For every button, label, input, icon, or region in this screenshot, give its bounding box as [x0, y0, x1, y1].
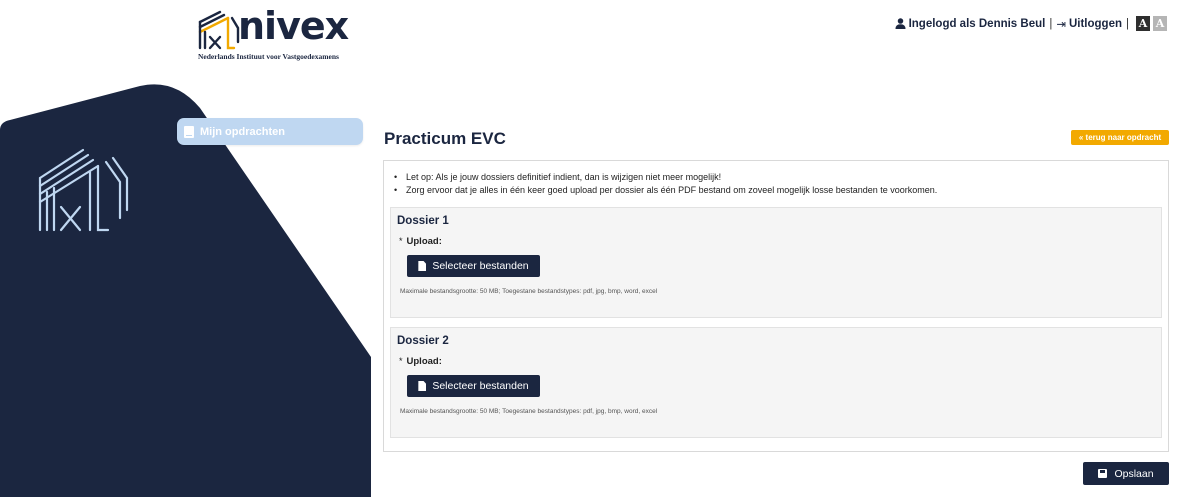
upload-label: * Upload:	[399, 356, 442, 367]
select-files-label: Selecteer bestanden	[432, 260, 529, 272]
upload-label: * Upload:	[399, 236, 442, 247]
upload-help-text: Maximale bestandsgrootte: 50 MB; Toegest…	[400, 408, 658, 415]
dossier-card: Dossier 2 * Upload: Selecteer bestanden M…	[390, 327, 1162, 438]
book-icon	[184, 125, 194, 138]
user-icon	[895, 18, 906, 29]
save-button[interactable]: Opslaan	[1083, 462, 1169, 485]
separator: |	[1126, 17, 1129, 30]
select-files-label: Selecteer bestanden	[432, 380, 529, 392]
logout-link[interactable]: ⇥ Uitloggen	[1056, 17, 1122, 31]
nivex-logo[interactable]: nivex Nederlands Instituut voor Vastgoed…	[198, 4, 358, 62]
nivex-logo-icon	[198, 10, 240, 50]
dossier-title: Dossier 1	[397, 215, 449, 227]
upload-label-text: Upload:	[406, 356, 442, 367]
save-label: Opslaan	[1114, 467, 1154, 480]
font-size-small-button[interactable]: A	[1153, 16, 1167, 31]
dossier-card: Dossier 1 * Upload: Selecteer bestanden M…	[390, 207, 1162, 318]
dossier-title: Dossier 2	[397, 335, 449, 347]
upload-panel: Let op: Als je jouw dossiers definitief …	[383, 160, 1169, 452]
upload-label-text: Upload:	[406, 236, 442, 247]
user-bar: Ingelogd als Dennis Beul | ⇥ Uitloggen |…	[895, 16, 1167, 31]
select-files-button[interactable]: Selecteer bestanden	[407, 375, 540, 397]
note-item: Zorg ervoor dat je alles in één keer goe…	[394, 184, 937, 197]
notes-list: Let op: Als je jouw dossiers definitief …	[394, 171, 937, 197]
logo-subtitle: Nederlands Instituut voor Vastgoedexamen…	[198, 52, 339, 61]
upload-help-text: Maximale bestandsgrootte: 50 MB; Toegest…	[400, 288, 658, 295]
file-icon	[418, 381, 427, 391]
back-to-assignment-button[interactable]: « terug naar opdracht	[1071, 130, 1169, 145]
required-mark: *	[399, 236, 403, 246]
logged-in-text: Ingelogd als Dennis Beul	[908, 17, 1046, 30]
font-size-large-button[interactable]: A	[1136, 16, 1150, 31]
save-icon	[1098, 469, 1108, 478]
separator: |	[1049, 17, 1053, 30]
logout-icon: ⇥	[1056, 18, 1066, 31]
note-item: Let op: Als je jouw dossiers definitief …	[394, 171, 937, 184]
sidebar-item-label: Mijn opdrachten	[200, 125, 285, 138]
sidebar-item-mijn-opdrachten[interactable]: Mijn opdrachten	[177, 118, 363, 145]
nivex-mark-icon	[38, 148, 129, 232]
select-files-button[interactable]: Selecteer bestanden	[407, 255, 540, 277]
required-mark: *	[399, 356, 403, 366]
file-icon	[418, 261, 427, 271]
logo-wordmark: nivex	[238, 4, 349, 48]
logout-label: Uitloggen	[1068, 17, 1122, 30]
page-title: Practicum EVC	[384, 129, 506, 148]
